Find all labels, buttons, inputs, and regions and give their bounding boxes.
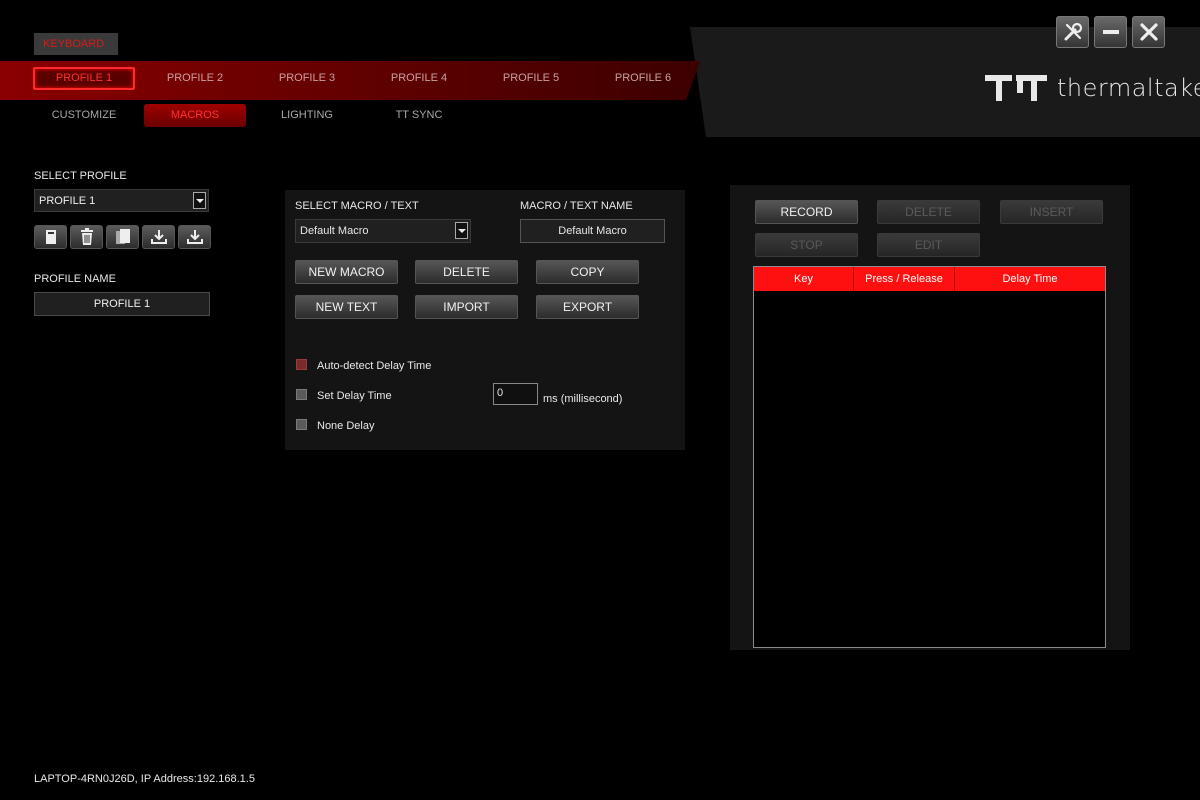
tab-tt-sync[interactable]: TT SYNC bbox=[368, 104, 470, 127]
stop-button[interactable]: STOP bbox=[755, 233, 858, 257]
copy-profile-icon bbox=[115, 229, 130, 244]
macro-select-value: Default Macro bbox=[300, 225, 369, 237]
tab-macros[interactable]: MACROS bbox=[144, 104, 246, 127]
set-delay-label: Set Delay Time bbox=[317, 390, 392, 402]
settings-button[interactable] bbox=[1056, 16, 1089, 48]
delay-time-input[interactable]: 0 bbox=[493, 383, 538, 405]
profile-name-input[interactable]: PROFILE 1 bbox=[34, 292, 210, 316]
export-macro-button[interactable]: EXPORT bbox=[536, 295, 639, 319]
none-delay-label: None Delay bbox=[317, 420, 375, 432]
close-button[interactable] bbox=[1132, 16, 1165, 48]
profile-tab-6[interactable]: PROFILE 6 bbox=[592, 67, 694, 90]
new-profile-button[interactable] bbox=[34, 225, 67, 249]
delay-unit-label: ms (millisecond) bbox=[543, 393, 623, 405]
import-macro-button[interactable]: IMPORT bbox=[415, 295, 518, 319]
delete-event-button[interactable]: DELETE bbox=[877, 200, 980, 224]
profile-tab-3[interactable]: PROFILE 3 bbox=[256, 67, 358, 90]
table-header: Key Press / Release Delay Time bbox=[754, 267, 1105, 291]
select-macro-label: SELECT MACRO / TEXT bbox=[295, 200, 419, 212]
new-text-button[interactable]: NEW TEXT bbox=[295, 295, 398, 319]
new-macro-button[interactable]: NEW MACRO bbox=[295, 260, 398, 284]
profile-select-value: PROFILE 1 bbox=[39, 195, 96, 207]
profile-name-label: PROFILE NAME bbox=[34, 273, 116, 285]
set-delay-checkbox[interactable] bbox=[296, 389, 307, 400]
column-delay-time: Delay Time bbox=[1002, 273, 1058, 285]
brand-logo: thermaltake bbox=[985, 73, 1200, 103]
insert-event-button[interactable]: INSERT bbox=[1000, 200, 1103, 224]
export-profile-button[interactable] bbox=[178, 225, 211, 249]
chevron-down-icon[interactable] bbox=[193, 192, 206, 209]
none-delay-checkbox[interactable] bbox=[296, 419, 307, 430]
profile-select[interactable]: PROFILE 1 bbox=[34, 189, 209, 212]
tab-customize[interactable]: CUSTOMIZE bbox=[33, 104, 135, 127]
close-icon bbox=[1139, 23, 1158, 41]
macro-name-input[interactable]: Default Macro bbox=[520, 219, 665, 243]
profile-tab-1[interactable]: PROFILE 1 bbox=[33, 67, 135, 90]
minimize-button[interactable] bbox=[1094, 16, 1127, 48]
device-tab-keyboard[interactable]: KEYBOARD bbox=[34, 33, 118, 55]
macro-select[interactable]: Default Macro bbox=[295, 219, 471, 243]
connection-status: LAPTOP-4RN0J26D, IP Address:192.168.1.5 bbox=[34, 773, 255, 785]
brand-name: thermaltake bbox=[1057, 74, 1200, 102]
tab-lighting[interactable]: LIGHTING bbox=[256, 104, 358, 127]
chevron-down-icon[interactable] bbox=[455, 222, 468, 239]
import-profile-icon bbox=[150, 230, 167, 244]
profile-tab-2[interactable]: PROFILE 2 bbox=[144, 67, 246, 90]
delete-profile-button[interactable] bbox=[70, 225, 103, 249]
minimize-icon bbox=[1102, 30, 1119, 34]
thermaltake-logo-icon bbox=[985, 75, 1047, 101]
select-profile-label: SELECT PROFILE bbox=[34, 170, 127, 182]
record-button[interactable]: RECORD bbox=[755, 200, 858, 224]
settings-tools-icon bbox=[1064, 22, 1082, 41]
column-press-release: Press / Release bbox=[854, 267, 955, 291]
auto-detect-delay-label: Auto-detect Delay Time bbox=[317, 360, 432, 372]
import-profile-button[interactable] bbox=[142, 225, 175, 249]
delete-profile-icon bbox=[80, 228, 93, 245]
delete-macro-button[interactable]: DELETE bbox=[415, 260, 518, 284]
macro-event-table: Key Press / Release Delay Time bbox=[753, 266, 1106, 648]
macro-name-label: MACRO / TEXT NAME bbox=[520, 200, 633, 212]
new-profile-icon bbox=[45, 230, 56, 244]
edit-event-button[interactable]: EDIT bbox=[877, 233, 980, 257]
auto-detect-delay-checkbox[interactable] bbox=[296, 359, 307, 370]
export-profile-icon bbox=[186, 230, 203, 244]
copy-profile-button[interactable] bbox=[106, 225, 139, 249]
profile-tab-4[interactable]: PROFILE 4 bbox=[368, 67, 470, 90]
profile-tab-5[interactable]: PROFILE 5 bbox=[480, 67, 582, 90]
copy-macro-button[interactable]: COPY bbox=[536, 260, 639, 284]
column-key: Key bbox=[754, 267, 854, 291]
